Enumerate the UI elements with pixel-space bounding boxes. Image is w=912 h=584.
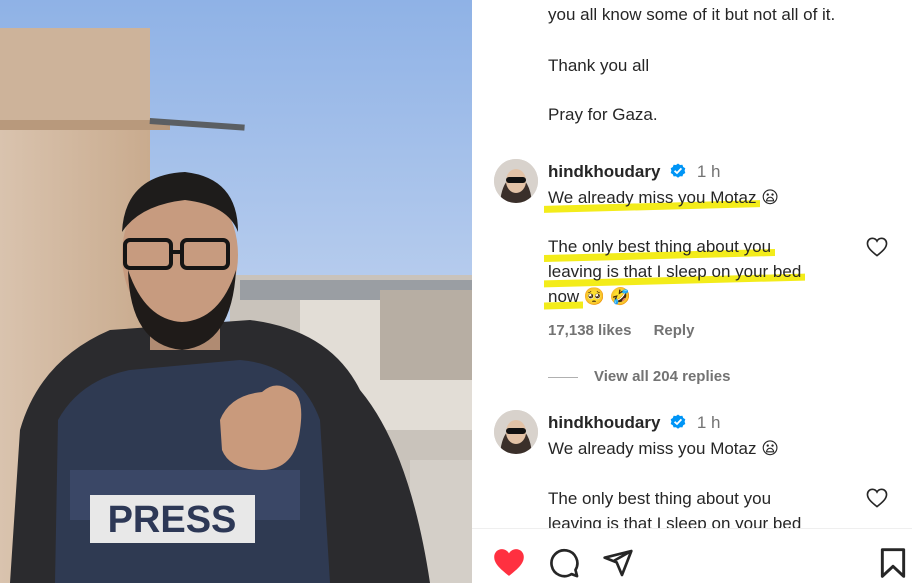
bookmark-icon[interactable] [879,547,907,579]
post-actions-bar [472,528,912,584]
comment-text-line: The only best thing about you [548,234,771,259]
post-media[interactable]: PRESS [0,0,472,583]
comment-like-heart-icon[interactable] [866,488,888,508]
comment-username[interactable]: hindkhoudary 1 h [548,162,721,182]
comment-text-line: now 🥺 🤣 [548,284,631,309]
replies-divider [548,376,578,378]
comment-text-line: The only best thing about you [548,489,772,508]
emoji: 🥺 🤣 [583,287,631,306]
comment-icon[interactable] [548,547,580,579]
comment-text: We already miss you Motaz [548,439,757,458]
likes-count[interactable]: 17,138 likes [548,322,631,339]
comment-text-line: leaving is that I sleep on your bed [548,514,802,528]
emoji: 😦 [761,439,779,458]
verified-badge-icon [670,163,686,178]
press-patch-label: PRESS [108,499,237,541]
reply-button[interactable]: Reply [654,322,695,339]
caption-text-line: Pray for Gaza. [548,105,658,124]
username-text[interactable]: hindkhoudary [548,413,660,432]
view-replies-button[interactable]: View all 204 replies [548,368,730,385]
highlighted-text: We already miss you Motaz [548,185,756,210]
heart-filled-icon[interactable] [492,547,526,578]
view-replies-label[interactable]: View all 204 replies [594,368,730,385]
username-text[interactable]: hindkhoudary [548,162,660,181]
comment-time: 1 h [696,413,721,432]
comment-text-line: leaving is that I sleep on your bed [548,259,801,284]
emoji: 😦 [761,188,779,207]
highlighted-text: leaving is that I sleep on your bed [548,259,801,284]
comment-username[interactable]: hindkhoudary 1 h [548,413,721,433]
caption-text-line: Thank you all [548,56,650,75]
post-photo: PRESS [0,0,472,583]
avatar[interactable] [494,410,538,454]
comment-like-heart-icon[interactable] [866,237,888,257]
comments-list[interactable]: you all know some of it but not all of i… [472,0,912,528]
caption-text-line: you all know some of it but not all of i… [548,5,836,24]
share-icon[interactable] [602,547,634,579]
comments-panel: you all know some of it but not all of i… [472,0,912,584]
avatar[interactable] [494,159,538,203]
verified-badge-icon [670,414,686,429]
comment-text-line: We already miss you Motaz 😦 [548,436,779,461]
comment-meta: 17,138 likes Reply [548,322,712,339]
comment-text-line: We already miss you Motaz 😦 [548,185,779,210]
comment-time: 1 h [696,162,721,181]
avatar-image [494,159,538,203]
highlighted-text: The only best thing about you [548,234,771,259]
avatar-image [494,410,538,454]
highlighted-text: now [548,284,579,309]
